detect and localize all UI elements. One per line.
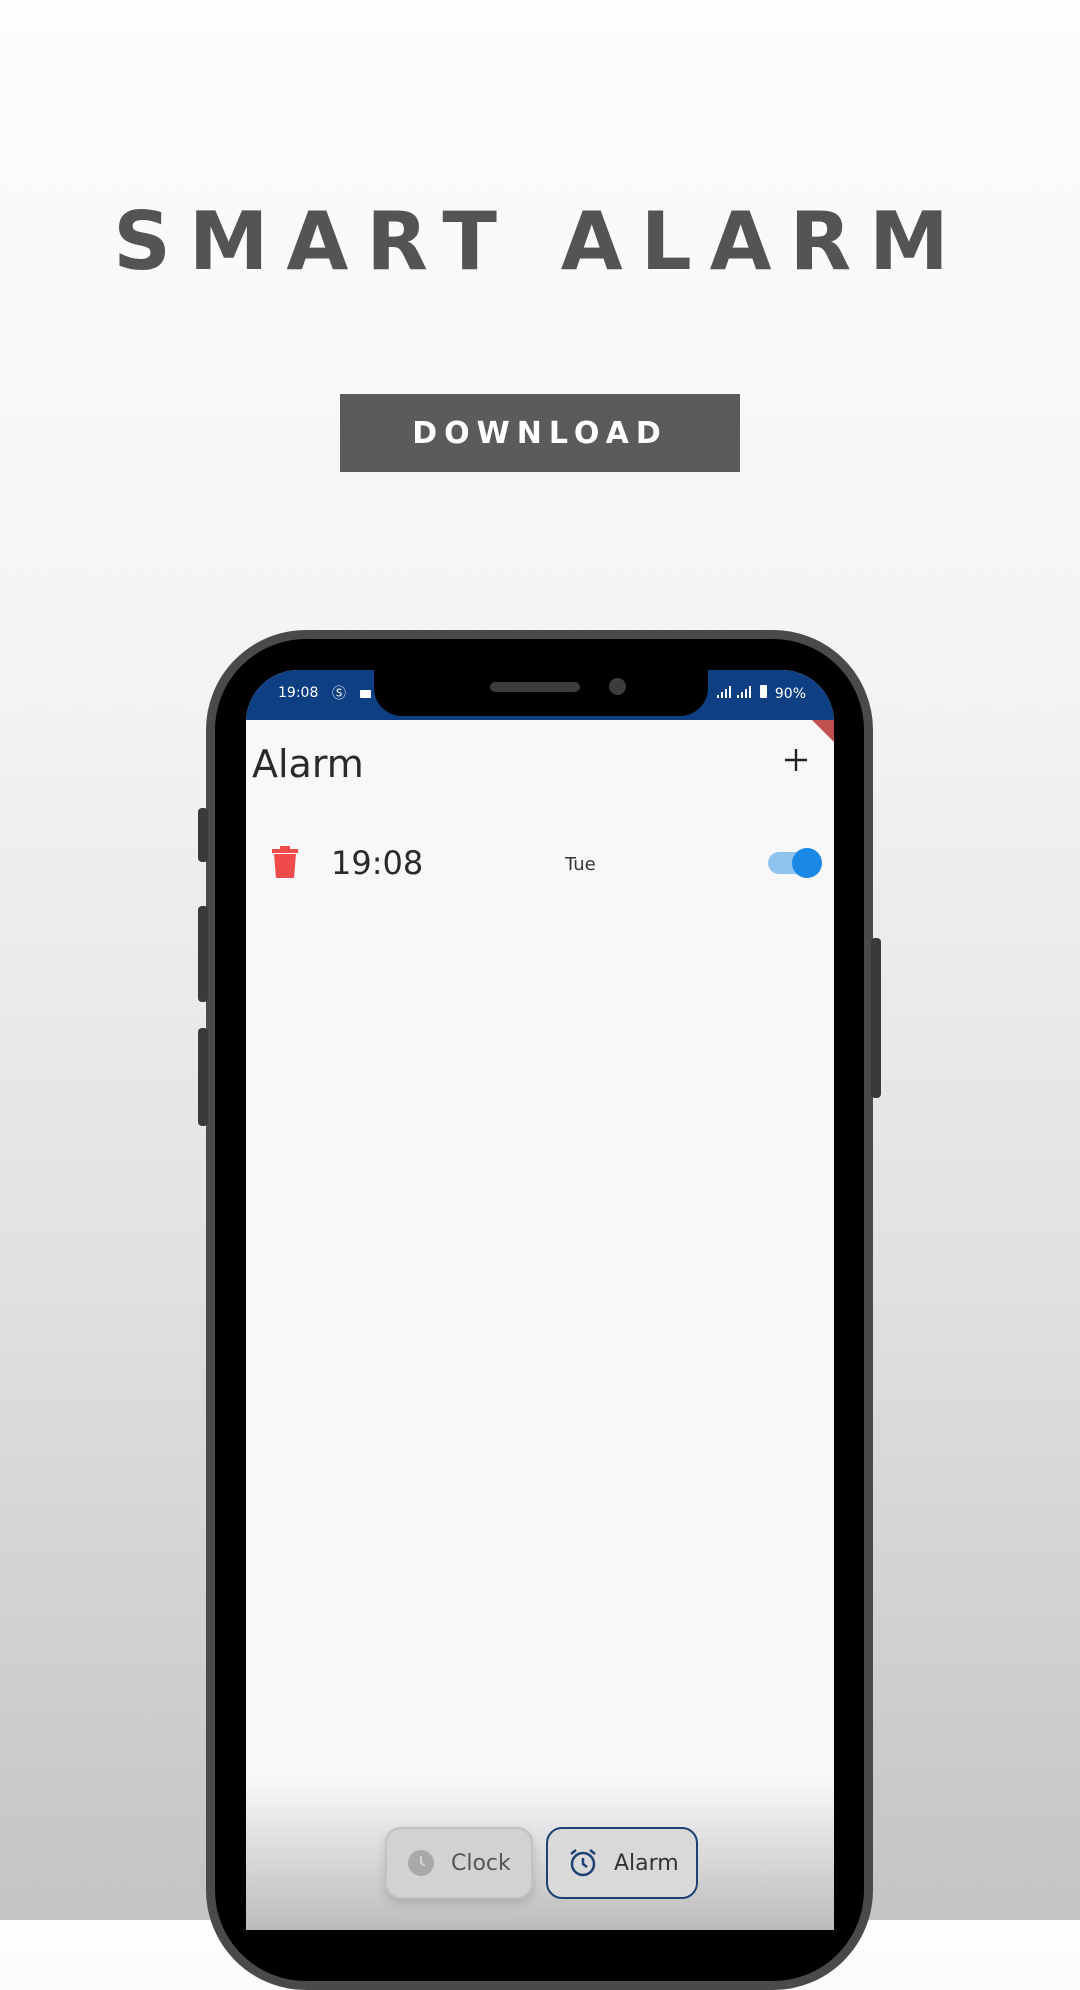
delete-alarm-button[interactable]: [272, 846, 298, 882]
status-notification-icons: Ⓢ: [332, 683, 372, 703]
phone-side-button: [198, 906, 208, 1002]
bottom-fade: [246, 1780, 834, 1930]
tab-clock[interactable]: Clock: [385, 1827, 533, 1899]
alarm-row[interactable]: 19:08 Tue: [246, 828, 834, 898]
battery-percent: 90%: [774, 686, 806, 702]
phone-side-button: [198, 1028, 208, 1126]
add-alarm-button[interactable]: [782, 740, 810, 780]
alarm-days: Tue: [565, 854, 596, 875]
tab-label: Alarm: [614, 1850, 679, 1876]
phone-power-button: [871, 938, 881, 1098]
trash-icon: [272, 846, 298, 878]
phone-speaker: [490, 682, 580, 692]
status-right: 90%: [716, 685, 806, 702]
clock-icon: [408, 1850, 434, 1876]
tab-label: Clock: [451, 1850, 511, 1876]
tab-icon: [407, 1849, 435, 1877]
signal-icon: [736, 686, 757, 702]
toggle-knob: [792, 848, 822, 878]
signal-icon: [716, 686, 737, 702]
alarm-clock-icon: [570, 1849, 596, 1877]
sync-icon: Ⓢ: [332, 686, 346, 702]
alarm-toggle[interactable]: [768, 848, 822, 878]
plus-icon: [785, 749, 807, 771]
corner-ribbon: [812, 720, 834, 742]
phone-notch: [374, 670, 708, 716]
battery-icon: [760, 685, 768, 698]
page-title: Alarm: [252, 742, 364, 786]
tab-icon: [568, 1848, 598, 1878]
video-icon: [360, 690, 372, 698]
phone-side-button: [198, 808, 208, 862]
status-time: 19:08: [278, 685, 319, 701]
alarm-time: 19:08: [331, 844, 424, 882]
promo-headline: SMART ALARM: [113, 195, 967, 288]
download-button[interactable]: DOWNLOAD: [340, 394, 740, 472]
tab-alarm[interactable]: Alarm: [546, 1827, 698, 1899]
phone-screen: 19:08 Ⓢ 90% Alarm 19:08 Tue Clock Alarm: [246, 670, 834, 1930]
phone-camera: [609, 678, 626, 695]
